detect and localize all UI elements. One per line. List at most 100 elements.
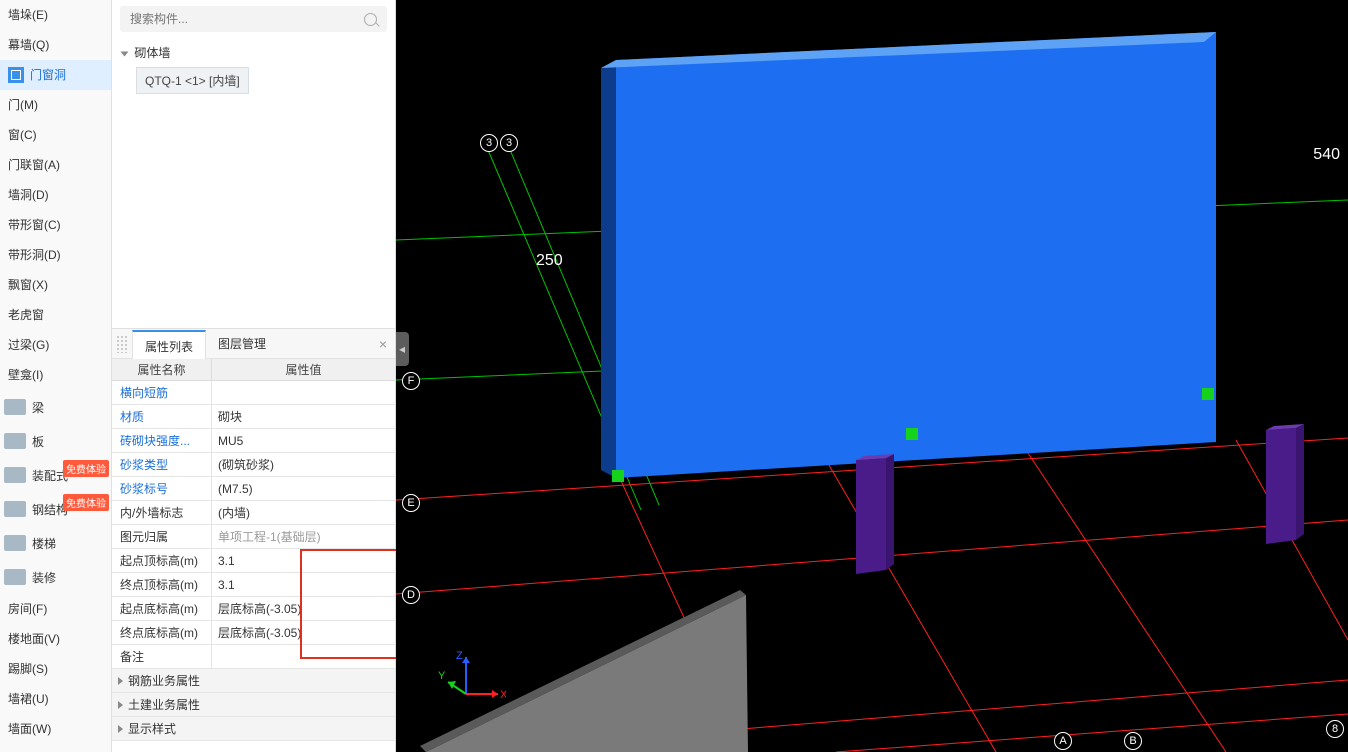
free-trial-badge: 免费体验 <box>63 460 109 477</box>
group-label: 钢筋业务属性 <box>128 672 200 689</box>
ucs-triad: X Z Y <box>436 649 506 712</box>
property-row[interactable]: 内/外墙标志(内墙) <box>112 501 395 525</box>
property-name: 备注 <box>112 645 212 668</box>
property-name: 起点底标高(m) <box>112 597 212 620</box>
sidebar-item[interactable]: 幕墙(Q) <box>0 30 111 60</box>
sidebar-item[interactable]: 带形窗(C) <box>0 210 111 240</box>
sidebar-cat-finish[interactable]: 装修 <box>0 560 111 594</box>
category-sidebar: 墙垛(E) 幕墙(Q) 门窗洞 门(M) 窗(C) 门联窗(A) 墙洞(D) 带… <box>0 0 112 752</box>
sidebar-cat-label: 板 <box>32 433 44 450</box>
property-value[interactable]: (内墙) <box>212 501 395 524</box>
component-tree: 砌体墙 QTQ-1 <1> [内墙] <box>112 38 395 100</box>
col-value: 属性值 <box>212 359 395 380</box>
svg-text:X: X <box>500 689 506 701</box>
col-name: 属性名称 <box>112 359 212 380</box>
sidebar-item[interactable]: 老虎窗 <box>0 300 111 330</box>
axis-bubble: 8 <box>1326 720 1344 738</box>
property-row[interactable]: 砂浆类型(砌筑砂浆) <box>112 453 395 477</box>
tab-layers[interactable]: 图层管理 <box>206 329 278 358</box>
group-label: 显示样式 <box>128 720 176 737</box>
sidebar-item[interactable]: 带形洞(D) <box>0 240 111 270</box>
search-input[interactable] <box>130 12 364 26</box>
property-value[interactable]: 砌块 <box>212 405 395 428</box>
property-group[interactable]: 土建业务属性 <box>112 693 395 717</box>
property-group[interactable]: 钢筋业务属性 <box>112 669 395 693</box>
wall-3d <box>601 32 1216 478</box>
property-name: 起点顶标高(m) <box>112 549 212 572</box>
svg-text:Z: Z <box>456 650 463 662</box>
component-panel: 砌体墙 QTQ-1 <1> [内墙] 属性列表 图层管理 × 属性名称 属性值 … <box>112 0 396 752</box>
sidebar-cat-beam[interactable]: 梁 <box>0 390 111 424</box>
sidebar-item[interactable]: 飘窗(X) <box>0 270 111 300</box>
3d-viewport[interactable]: ◂ <box>396 0 1348 752</box>
dimension-label: 540 <box>1313 146 1340 164</box>
property-value[interactable] <box>212 645 395 668</box>
sidebar-cat-label: 楼梯 <box>32 535 56 552</box>
axis-bubble: B <box>1124 732 1142 750</box>
tree-root-label: 砌体墙 <box>134 46 170 60</box>
property-row[interactable]: 起点顶标高(m)3.1 <box>112 549 395 573</box>
property-value[interactable]: 单项工程-1(基础层) <box>212 525 395 548</box>
sidebar-item[interactable]: 窗(C) <box>0 120 111 150</box>
slab-icon <box>4 433 26 449</box>
group-label: 土建业务属性 <box>128 696 200 713</box>
property-value[interactable]: (砌筑砂浆) <box>212 453 395 476</box>
sidebar-cat-slab[interactable]: 板 <box>0 424 111 458</box>
sidebar-item[interactable]: 墙裙(U) <box>0 684 111 714</box>
property-row[interactable]: 备注 <box>112 645 395 669</box>
property-value[interactable]: 3.1 <box>212 573 395 596</box>
axis-bubble: D <box>402 586 420 604</box>
property-row[interactable]: 终点底标高(m)层底标高(-3.05) <box>112 621 395 645</box>
steel-icon <box>4 501 26 517</box>
scene-svg <box>396 0 1348 752</box>
property-value[interactable]: (M7.5) <box>212 477 395 500</box>
property-row[interactable]: 起点底标高(m)层底标高(-3.05) <box>112 597 395 621</box>
tab-properties[interactable]: 属性列表 <box>132 330 206 359</box>
property-name: 砖砌块强度... <box>112 429 212 452</box>
sidebar-item[interactable]: 门联窗(A) <box>0 150 111 180</box>
property-row[interactable]: 材质砌块 <box>112 405 395 429</box>
property-row[interactable]: 砂浆标号(M7.5) <box>112 477 395 501</box>
sidebar-item[interactable]: 门(M) <box>0 90 111 120</box>
property-row[interactable]: 图元归属单项工程-1(基础层) <box>112 525 395 549</box>
sidebar-cat-stair[interactable]: 楼梯 <box>0 526 111 560</box>
property-value[interactable]: 3.1 <box>212 549 395 572</box>
sidebar-item[interactable]: 过梁(G) <box>0 330 111 360</box>
axis-bubble: A <box>1054 732 1072 750</box>
search-box[interactable] <box>120 6 387 32</box>
stair-icon <box>4 535 26 551</box>
sidebar-item[interactable]: 壁龛(I) <box>0 360 111 390</box>
property-value[interactable]: MU5 <box>212 429 395 452</box>
property-name: 砂浆类型 <box>112 453 212 476</box>
sidebar-cat-steel[interactable]: 钢结构 免费体验 <box>0 492 111 526</box>
properties-panel: 属性列表 图层管理 × 属性名称 属性值 横向短筋材质砌块砖砌块强度...MU5… <box>112 328 395 752</box>
property-group[interactable]: 显示样式 <box>112 717 395 741</box>
tree-root[interactable]: 砌体墙 <box>122 44 385 61</box>
property-row[interactable]: 砖砌块强度...MU5 <box>112 429 395 453</box>
sidebar-item-active[interactable]: 门窗洞 <box>0 60 111 90</box>
property-value[interactable]: 层底标高(-3.05) <box>212 597 395 620</box>
property-name: 砂浆标号 <box>112 477 212 500</box>
close-icon[interactable]: × <box>379 336 387 352</box>
axis-bubble: F <box>402 372 420 390</box>
drag-handle-icon[interactable] <box>116 335 128 353</box>
sidebar-item[interactable]: 房间(F) <box>0 594 111 624</box>
panel-tabs: 属性列表 图层管理 × <box>112 329 395 359</box>
door-window-icon <box>8 67 24 83</box>
caret-right-icon <box>118 701 123 709</box>
property-row[interactable]: 终点顶标高(m)3.1 <box>112 573 395 597</box>
sidebar-item[interactable]: 墙洞(D) <box>0 180 111 210</box>
property-value[interactable]: 层底标高(-3.05) <box>212 621 395 644</box>
sidebar-item-label: 门窗洞 <box>30 60 66 90</box>
tree-leaf[interactable]: QTQ-1 <1> [内墙] <box>136 67 249 94</box>
grid-body: 横向短筋材质砌块砖砌块强度...MU5砂浆类型(砌筑砂浆)砂浆标号(M7.5)内… <box>112 381 395 669</box>
property-value[interactable] <box>212 381 395 404</box>
axis-bubble: 3 <box>480 134 498 152</box>
axis-bubble: E <box>402 494 420 512</box>
sidebar-item[interactable]: 墙垛(E) <box>0 0 111 30</box>
sidebar-item[interactable]: 墙面(W) <box>0 714 111 744</box>
property-row[interactable]: 横向短筋 <box>112 381 395 405</box>
sidebar-item[interactable]: 楼地面(V) <box>0 624 111 654</box>
sidebar-item[interactable]: 踢脚(S) <box>0 654 111 684</box>
sidebar-cat-prefab[interactable]: 装配式 免费体验 <box>0 458 111 492</box>
